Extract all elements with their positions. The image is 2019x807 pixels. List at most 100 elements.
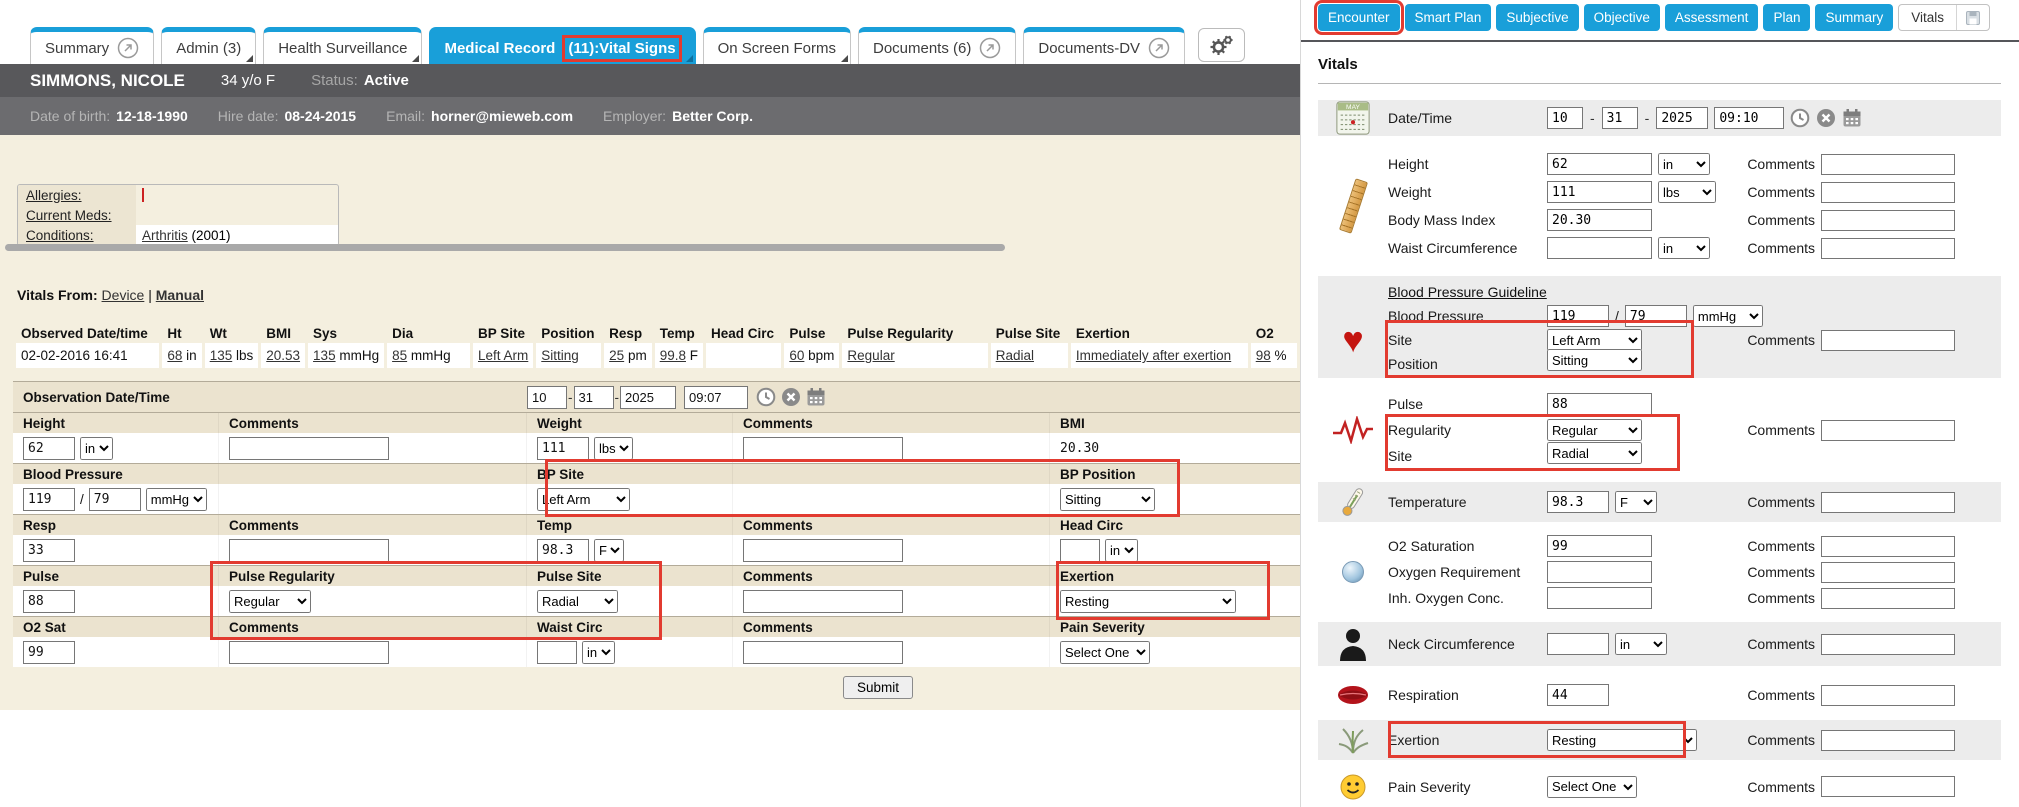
rt-year-input[interactable] [1656, 107, 1708, 129]
rt-bp-unit-select[interactable]: mmHg [1693, 305, 1763, 327]
tab-encounter[interactable]: Encounter [1318, 4, 1400, 31]
tab-summary-right[interactable]: Summary [1815, 4, 1893, 31]
bmi-comments-input[interactable] [1821, 210, 1955, 231]
bp-site-select[interactable]: Left Arm [537, 488, 630, 511]
rt-exertion-select[interactable]: Resting [1547, 729, 1697, 751]
weight-comments-input[interactable] [1821, 182, 1955, 203]
temp-comments-input[interactable] [1821, 492, 1955, 513]
rt-bmi-input[interactable] [1547, 209, 1652, 231]
head-circ-unit-select[interactable]: in [1105, 539, 1138, 562]
rt-pulse-regularity-select[interactable]: Regular [1547, 419, 1642, 441]
resp-comments-input[interactable] [229, 539, 389, 562]
current-meds-link[interactable]: Current Meds: [26, 208, 112, 223]
waist-circ-input[interactable] [537, 641, 577, 664]
tab-documents-dv[interactable]: Documents-DV [1023, 27, 1185, 64]
bp-systolic-input[interactable] [23, 488, 75, 511]
bp-comments-input[interactable] [1821, 330, 1955, 351]
condition-arthritis-link[interactable]: Arthritis [142, 228, 188, 243]
o2-sat-comments-input[interactable] [229, 641, 389, 664]
pulse-site-link[interactable]: Radial [996, 348, 1034, 363]
temp-unit-select[interactable]: F [594, 539, 624, 562]
bp-diastolic-input[interactable] [89, 488, 141, 511]
head-circ-input[interactable] [1060, 539, 1100, 562]
waist-comments-input[interactable] [1821, 238, 1955, 259]
height-input[interactable] [23, 437, 75, 460]
bmi-link[interactable]: 20.53 [266, 348, 300, 363]
o2-req-comments-input[interactable] [1821, 562, 1955, 583]
tab-documents[interactable]: Documents (6) [858, 27, 1016, 64]
calendar-icon[interactable] [1842, 108, 1862, 128]
rt-pulse-input[interactable] [1547, 393, 1652, 415]
tab-smart-plan[interactable]: Smart Plan [1405, 4, 1492, 31]
rt-bp-site-select[interactable]: Left Arm [1547, 329, 1642, 351]
open-in-new-icon[interactable] [979, 37, 1001, 59]
obs-year-input[interactable] [620, 386, 676, 409]
save-button[interactable] [1956, 5, 1989, 30]
tab-subjective[interactable]: Subjective [1496, 4, 1578, 31]
waist-circ-unit-select[interactable]: in [582, 641, 615, 664]
open-in-new-icon[interactable] [117, 37, 139, 59]
bp-unit-select[interactable]: mmHg [146, 488, 207, 511]
o2-sat-input[interactable] [23, 641, 75, 664]
rt-weight-unit-select[interactable]: lbs [1658, 181, 1716, 203]
calendar-icon[interactable] [806, 387, 826, 407]
bp-guideline-link[interactable]: Blood Pressure Guideline [1388, 284, 1765, 300]
dia-link[interactable]: 85 [392, 348, 407, 363]
height-unit-select[interactable]: in [80, 437, 113, 460]
pulse-regularity-select[interactable]: Regular [229, 590, 311, 613]
tab-medical-record[interactable]: Medical Record (11):Vital Signs [429, 27, 695, 64]
rt-neck-input[interactable] [1547, 633, 1609, 655]
pulse-comments-input[interactable] [743, 590, 903, 613]
sys-link[interactable]: 135 [313, 348, 336, 363]
clear-icon[interactable] [1816, 108, 1836, 128]
pain-comments-input[interactable] [1821, 776, 1955, 797]
rt-weight-input[interactable] [1547, 181, 1652, 203]
rt-temp-unit-select[interactable]: F [1615, 491, 1657, 513]
pulse-comments-input[interactable] [1821, 420, 1955, 441]
tab-summary[interactable]: Summary [30, 27, 154, 64]
rt-bp-position-select[interactable]: Sitting [1547, 349, 1642, 371]
resp-input[interactable] [23, 539, 75, 562]
pulse-link[interactable]: 60 [789, 348, 804, 363]
bp-position-select[interactable]: Sitting [1060, 488, 1155, 511]
tab-plan[interactable]: Plan [1763, 4, 1810, 31]
o2-link[interactable]: 98 [1256, 348, 1271, 363]
allergies-link[interactable]: Allergies: [26, 188, 82, 203]
rt-pulse-site-select[interactable]: Radial [1547, 442, 1642, 464]
horizontal-scrollbar[interactable] [5, 244, 1005, 251]
pain-severity-select[interactable]: Select One [1060, 641, 1150, 664]
clear-icon[interactable] [781, 387, 801, 407]
neck-comments-input[interactable] [1821, 634, 1955, 655]
tab-objective[interactable]: Objective [1584, 4, 1660, 31]
rt-neck-unit-select[interactable]: in [1615, 633, 1667, 655]
respiration-comments-input[interactable] [1821, 685, 1955, 706]
bp-site-link[interactable]: Left Arm [478, 348, 528, 363]
rt-o2-sat-input[interactable] [1547, 535, 1652, 557]
vitals-from-device-link[interactable]: Device [102, 287, 145, 303]
settings-button[interactable] [1198, 28, 1245, 62]
pulse-input[interactable] [23, 590, 75, 613]
obs-time-input[interactable] [684, 386, 748, 409]
rt-respiration-input[interactable] [1547, 684, 1609, 706]
pulse-regularity-link[interactable]: Regular [847, 348, 894, 363]
rt-height-unit-select[interactable]: in [1658, 153, 1710, 175]
temp-input[interactable] [537, 539, 589, 562]
clock-icon[interactable] [1790, 108, 1810, 128]
ht-link[interactable]: 68 [167, 348, 182, 363]
obs-day-input[interactable] [574, 386, 614, 409]
rt-o2-req-input[interactable] [1547, 561, 1652, 583]
tab-admin[interactable]: Admin (3) [161, 27, 256, 64]
resp-link[interactable]: 25 [609, 348, 624, 363]
rt-time-input[interactable] [1714, 107, 1784, 129]
inh-o2-comments-input[interactable] [1821, 588, 1955, 609]
submit-button[interactable]: Submit [843, 676, 913, 699]
rt-pain-severity-select[interactable]: Select One [1547, 776, 1637, 798]
rt-waist-input[interactable] [1547, 237, 1652, 259]
weight-input[interactable] [537, 437, 589, 460]
rt-day-input[interactable] [1602, 107, 1638, 129]
height-comments-input[interactable] [1821, 154, 1955, 175]
tab-vitals[interactable]: Vitals [1899, 5, 1956, 30]
temp-comments-input[interactable] [743, 539, 903, 562]
rt-temp-input[interactable] [1547, 491, 1609, 513]
conditions-link[interactable]: Conditions: [26, 228, 94, 243]
